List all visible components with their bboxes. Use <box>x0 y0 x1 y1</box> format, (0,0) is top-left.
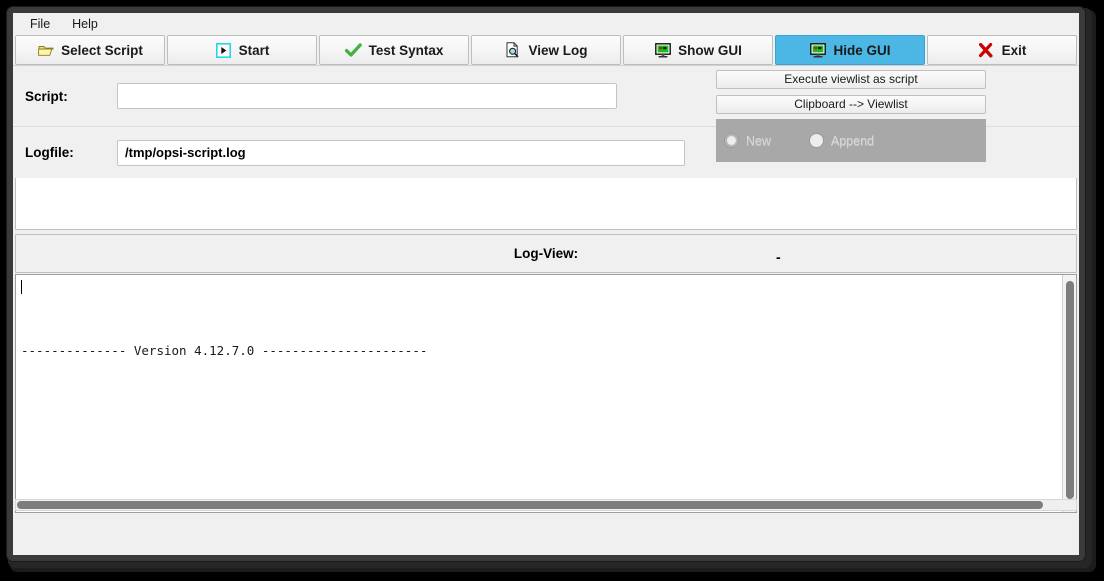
show-gui-label: Show GUI <box>678 42 742 58</box>
main-toolbar: Select Script Start Test Syntax View Log… <box>13 35 1079 65</box>
log-mode-radio-group: New Append <box>716 119 986 162</box>
exit-label: Exit <box>1001 42 1027 58</box>
start-button[interactable]: Start <box>167 35 317 65</box>
empty-panel <box>15 177 1077 230</box>
log-output-text[interactable]: -------------- Version 4.12.7.0 --------… <box>16 275 1062 512</box>
log-line: -------------- Version 4.12.7.0 --------… <box>21 343 428 358</box>
window-body: Script: Logfile: /tmp/opsi-script.log Ex… <box>13 65 1079 513</box>
monitor-icon <box>654 42 671 58</box>
hide-gui-button[interactable]: Hide GUI <box>775 35 925 65</box>
monitor-icon <box>809 42 826 58</box>
select-script-label: Select Script <box>61 42 143 58</box>
log-vertical-scrollbar-thumb[interactable] <box>1066 281 1074 499</box>
radio-selected-icon <box>724 133 739 148</box>
clipboard-to-viewlist-button[interactable]: Clipboard --> Viewlist <box>716 95 986 114</box>
log-vertical-scrollbar[interactable] <box>1062 275 1076 512</box>
log-mode-new-option[interactable]: New <box>724 133 771 148</box>
red-x-icon <box>978 42 995 58</box>
log-view-header: Log-View: - <box>15 234 1077 273</box>
script-label: Script: <box>25 88 68 104</box>
horizontal-scrollbar[interactable] <box>15 499 1077 511</box>
exit-button[interactable]: Exit <box>927 35 1077 65</box>
start-label: Start <box>238 42 270 58</box>
desktop-background: File Help Select Script Start Test Synta… <box>0 0 1104 581</box>
logfile-input[interactable]: /tmp/opsi-script.log <box>117 139 685 166</box>
open-folder-icon <box>37 42 54 58</box>
log-mode-append-label: Append <box>831 133 875 148</box>
check-mark-icon <box>344 42 362 58</box>
menu-file[interactable]: File <box>21 14 59 34</box>
select-script-button[interactable]: Select Script <box>15 35 165 65</box>
log-mode-new-label: New <box>746 133 772 148</box>
script-input[interactable] <box>117 83 617 109</box>
log-view-title: Log-View: <box>513 246 579 261</box>
window-client-area: File Help Select Script Start Test Synta… <box>13 13 1079 555</box>
log-mode-append-option[interactable]: Append <box>809 133 874 148</box>
hide-gui-label: Hide GUI <box>833 42 891 58</box>
document-search-icon <box>504 42 521 58</box>
log-view-marker: - <box>776 249 781 265</box>
show-gui-button[interactable]: Show GUI <box>623 35 773 65</box>
test-syntax-label: Test Syntax <box>368 42 444 58</box>
text-caret <box>21 280 22 294</box>
form-area: Script: Logfile: /tmp/opsi-script.log Ex… <box>13 65 1079 178</box>
play-icon <box>215 42 232 58</box>
test-syntax-button[interactable]: Test Syntax <box>319 35 469 65</box>
execute-viewlist-button[interactable]: Execute viewlist as script <box>716 70 986 89</box>
horizontal-scrollbar-thumb[interactable] <box>17 501 1043 509</box>
menu-bar: File Help <box>13 13 1079 35</box>
application-window: File Help Select Script Start Test Synta… <box>6 6 1086 562</box>
view-log-label: View Log <box>528 42 588 58</box>
log-view-panel: -------------- Version 4.12.7.0 --------… <box>15 274 1077 513</box>
view-log-button[interactable]: View Log <box>471 35 621 65</box>
menu-help[interactable]: Help <box>63 14 107 34</box>
viewlist-actions: Execute viewlist as script Clipboard -->… <box>716 70 986 120</box>
radio-unselected-icon <box>809 133 825 148</box>
logfile-label: Logfile: <box>25 145 74 160</box>
